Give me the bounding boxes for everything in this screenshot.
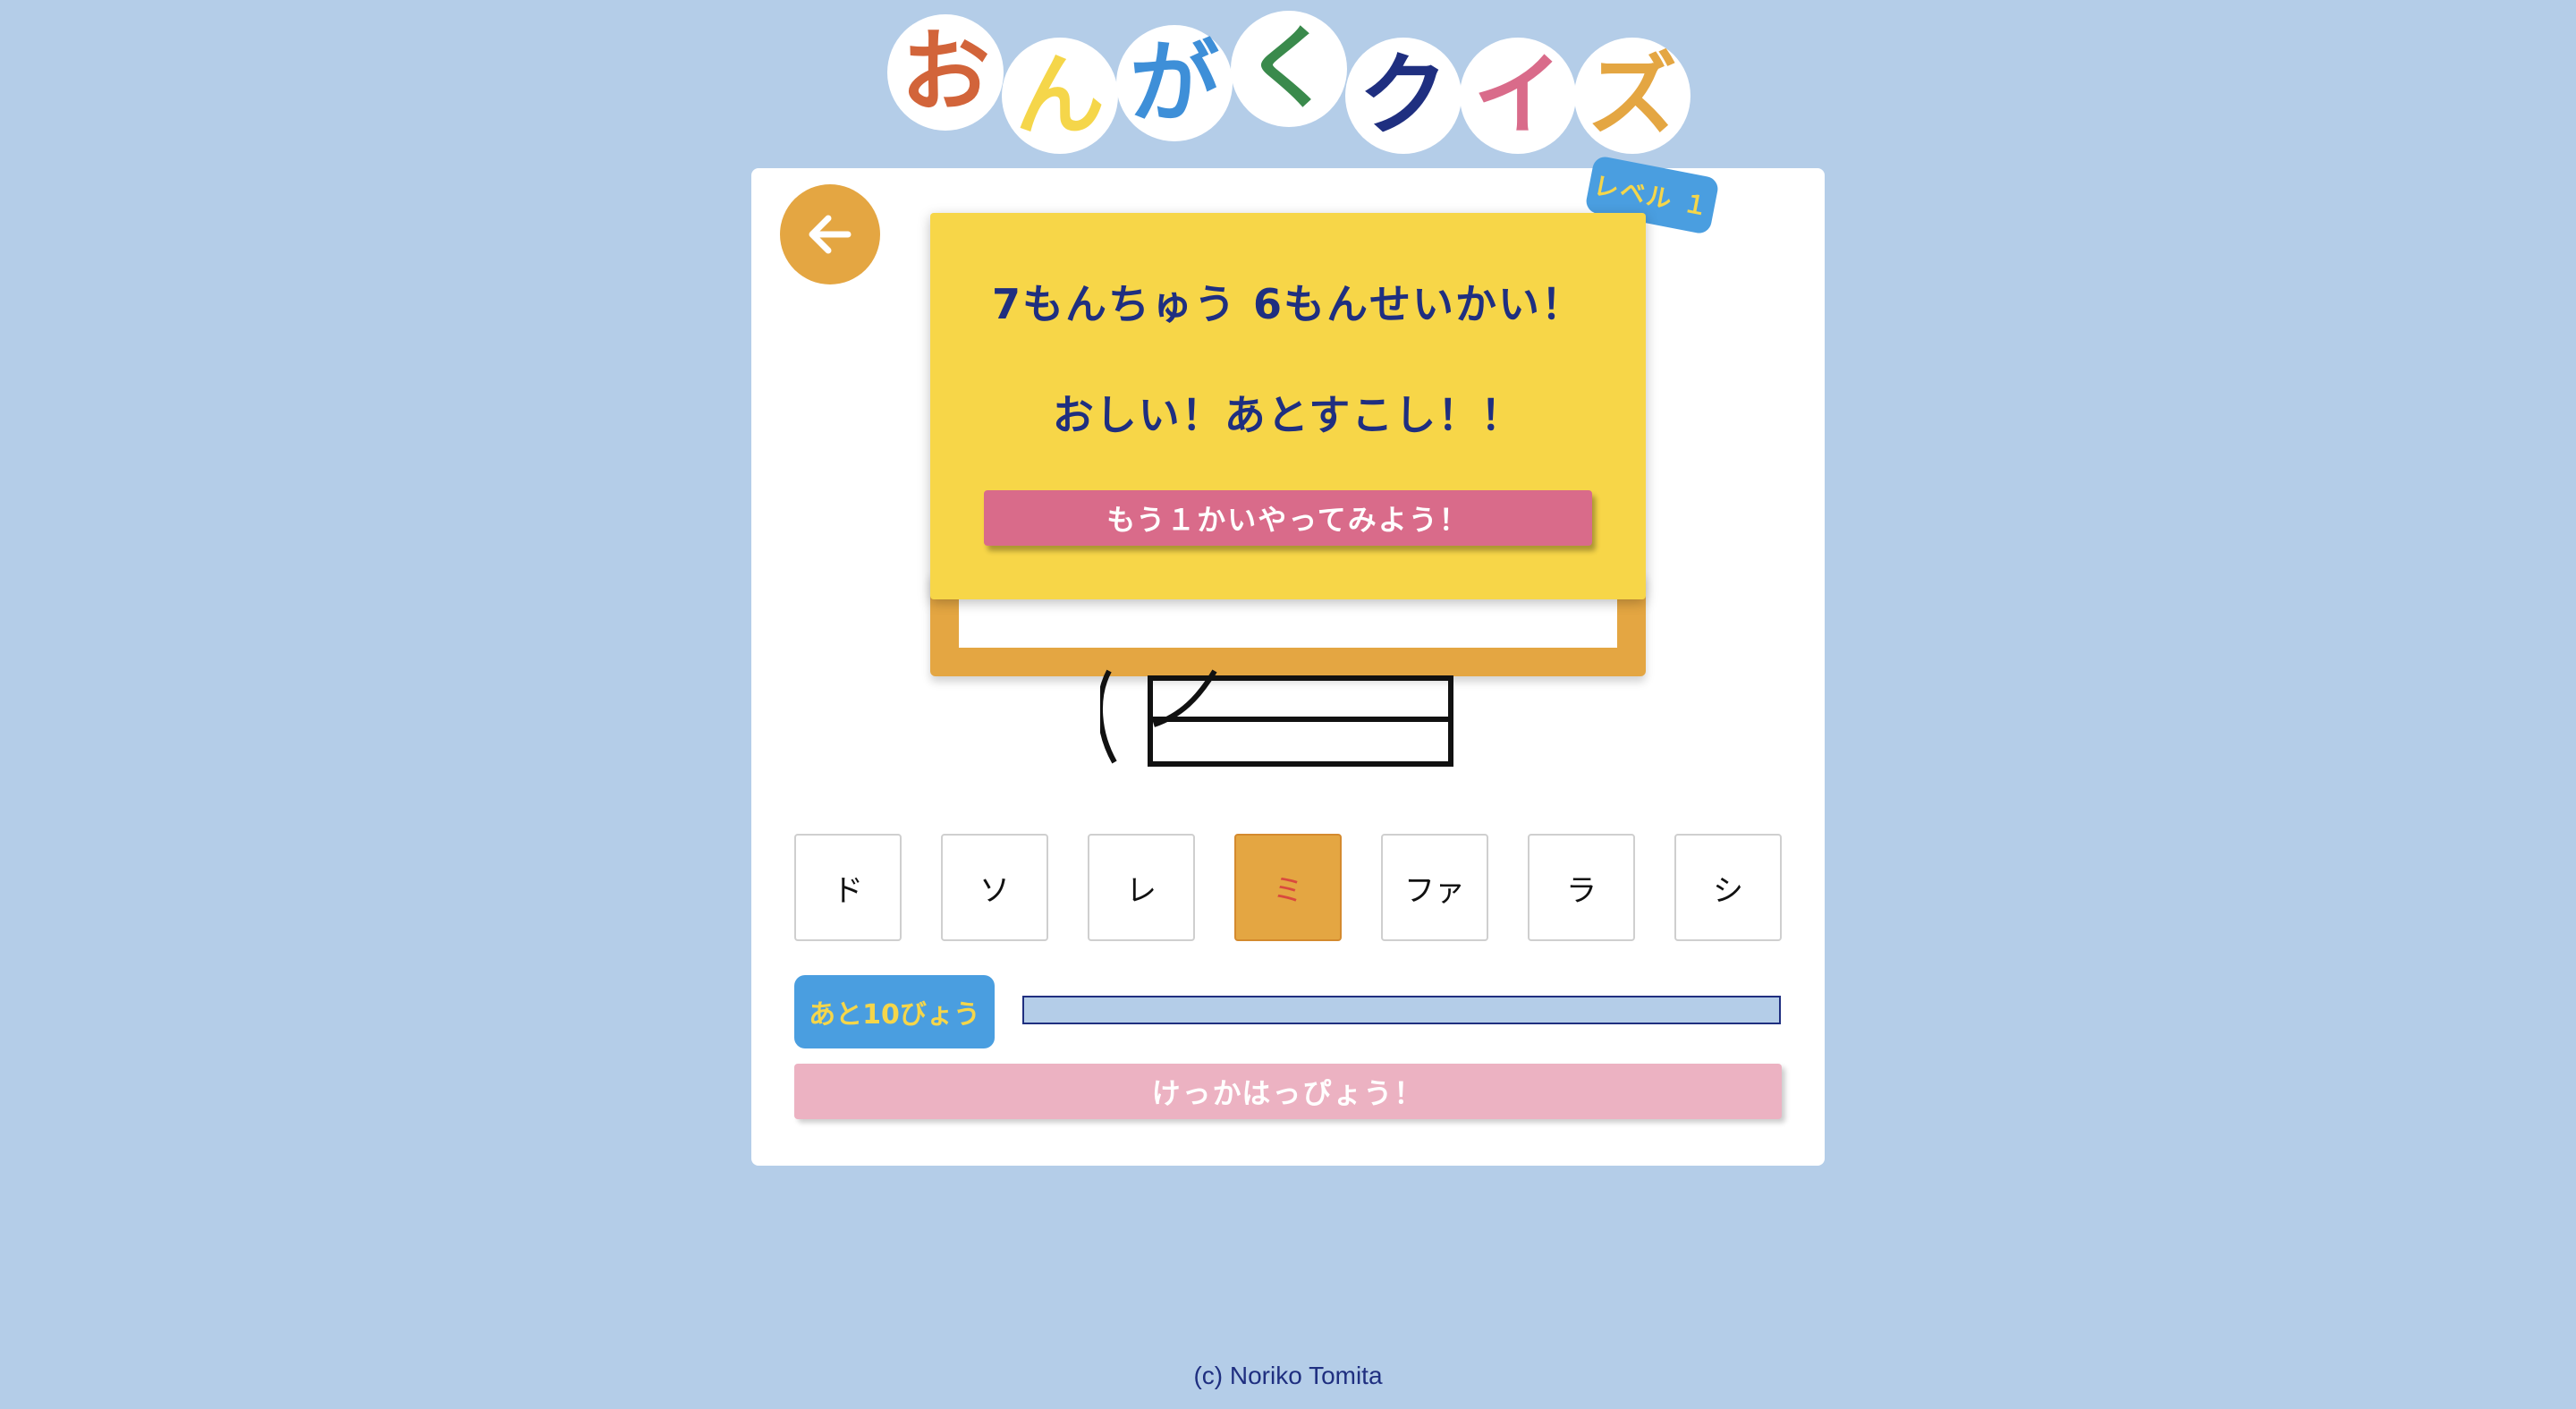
title-char: が [1116,25,1233,141]
copyright-footer: (c) Noriko Tomita [1193,1362,1383,1389]
result-popup: 7もんちゅう 6もんせいかい！ おしい！あとすこし！！ もう１かいやってみよう！ [930,213,1646,599]
show-results-button[interactable]: けっかはっぴょう！ [794,1064,1782,1119]
answer-label: ソ [979,872,1010,909]
title-char: イ [1460,38,1576,154]
answer-label: ミ [1273,872,1303,909]
clef-icon [1100,669,1117,764]
score-text: 7もんちゅう 6もんせいかい！ [991,280,1585,328]
title-char-text: お [901,20,990,124]
answer-button-mi[interactable]: ミ [1234,834,1342,941]
answer-label: ド [833,872,863,909]
title-char-text: ズ [1588,43,1677,148]
answer-button-do[interactable]: ド [794,834,902,941]
answer-button-fa[interactable]: ファ [1381,834,1488,941]
title-char-text: ク [1359,43,1448,148]
title-char: く [1231,11,1347,127]
title-char-text: が [1130,30,1219,135]
title-char: ズ [1574,38,1690,154]
title-char: ク [1345,38,1462,154]
title-char-text: く [1244,16,1334,121]
show-results-label: けっかはっぴょう！ [1151,1076,1425,1110]
answer-button-shi[interactable]: シ [1674,834,1782,941]
timer-badge: あと10びょう [794,975,995,1048]
music-staff [1100,669,1453,767]
timer-progress-bar [1022,996,1781,1024]
answer-button-re[interactable]: レ [1088,834,1195,941]
answer-button-ra[interactable]: ラ [1528,834,1635,941]
title-char-text: イ [1473,43,1563,148]
back-button[interactable] [780,184,880,284]
result-message: おしい！あとすこし！！ [1052,391,1524,439]
title-char: お [887,14,1004,131]
answer-label: ファ [1404,872,1465,909]
retry-button[interactable]: もう１かいやってみよう！ [984,490,1592,546]
answer-options: ド ソ レ ミ ファ ラ シ [794,834,1782,943]
answer-label: シ [1713,872,1743,909]
answer-button-so[interactable]: ソ [941,834,1048,941]
answer-label: ラ [1566,872,1597,909]
title-char-text: ん [1015,43,1105,148]
timer-label: あと10びょう [809,999,980,1031]
arrow-left-icon [809,215,852,254]
timer-progress-fill [1024,997,1779,1023]
title-char: ん [1002,38,1118,154]
retry-button-label: もう１かいやってみよう！ [1106,503,1470,537]
answer-label: レ [1126,872,1157,909]
